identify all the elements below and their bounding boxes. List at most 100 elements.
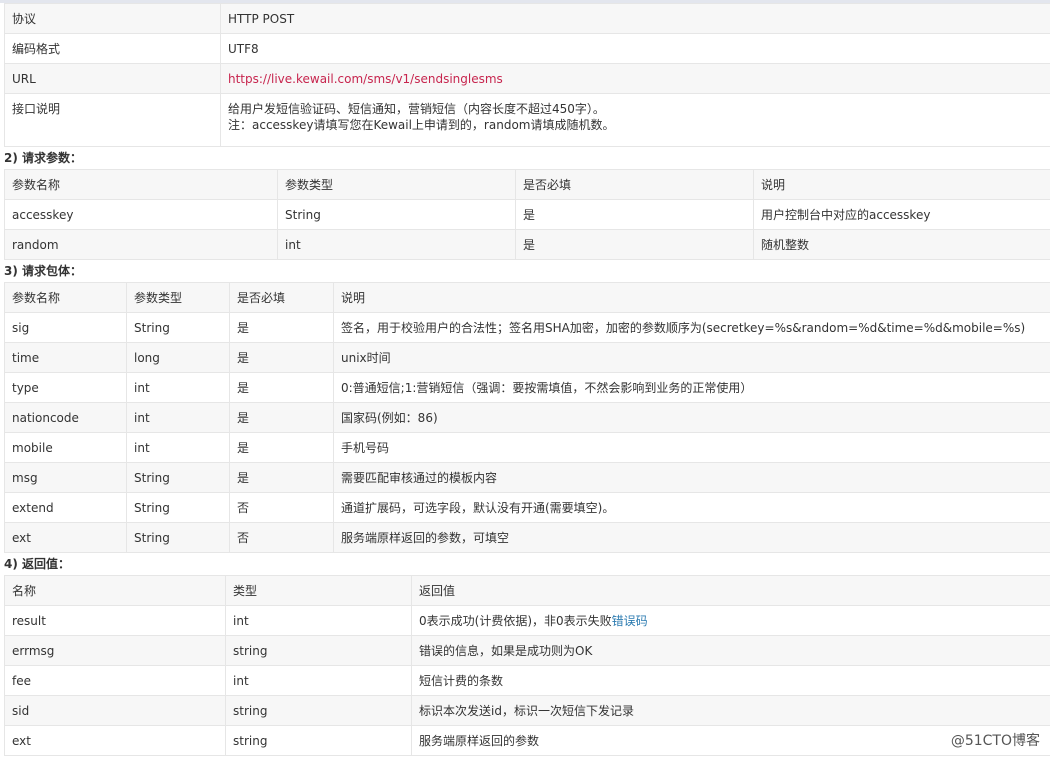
table-cell: 是 (229, 462, 334, 493)
section-title-return-values: 4) 返回值： (4, 557, 71, 571)
column-header: 是否必填 (515, 169, 754, 200)
info-label: 接口说明 (4, 93, 221, 147)
table-cell: random (4, 229, 278, 260)
table-cell: 随机整数 (753, 229, 1050, 260)
table-cell: 0:普通短信;1:营销短信（强调：要按需填值，不然会影响到业务的正常使用） (333, 372, 1050, 403)
info-value: UTF8 (220, 33, 1050, 64)
table-cell: 国家码(例如：86) (333, 402, 1050, 433)
column-header: 类型 (225, 575, 412, 606)
table-cell: String (126, 312, 230, 343)
table-cell: 短信计费的条数 (411, 665, 1050, 696)
table-cell: 是 (229, 372, 334, 403)
table-cell: 是 (229, 312, 334, 343)
table-row: ext String 否 服务端原样返回的参数，可填空 (4, 522, 1050, 553)
table-cell: string (225, 635, 412, 666)
description-line-1: 给用户发短信验证码、短信通知，营销短信（内容长度不超过450字）。 (228, 102, 605, 116)
table-cell: 用户控制台中对应的accesskey (753, 199, 1050, 230)
table-row: time long 是 unix时间 (4, 342, 1050, 373)
column-header: 说明 (753, 169, 1050, 200)
table-row: type int 是 0:普通短信;1:营销短信（强调：要按需填值，不然会影响到… (4, 372, 1050, 403)
table-row: result int 0表示成功(计费依据)，非0表示失败错误码 (4, 605, 1050, 636)
table-cell: String (277, 199, 516, 230)
table-row: ext string 服务端原样返回的参数 (4, 725, 1050, 756)
table-cell: String (126, 492, 230, 523)
table-cell: 否 (229, 522, 334, 553)
table-cell: 通道扩展码，可选字段，默认没有开通(需要填空)。 (333, 492, 1050, 523)
column-header: 参数名称 (4, 169, 278, 200)
table-cell: sig (4, 312, 127, 343)
table-cell: unix时间 (333, 342, 1050, 373)
column-header: 是否必填 (229, 282, 334, 313)
column-header: 返回值 (411, 575, 1050, 606)
table-cell: time (4, 342, 127, 373)
table-row: sig String 是 签名，用于校验用户的合法性；签名用SHA加密，加密的参… (4, 312, 1050, 343)
table-cell: int (126, 372, 230, 403)
api-url-link[interactable]: https://live.kewail.com/sms/v1/sendsingl… (228, 72, 503, 86)
table-cell: 手机号码 (333, 432, 1050, 463)
info-row-description: 接口说明 给用户发短信验证码、短信通知，营销短信（内容长度不超过450字）。 注… (4, 93, 1050, 147)
section-title-request-params: 2) 请求参数： (4, 151, 83, 165)
table-cell: 签名，用于校验用户的合法性；签名用SHA加密，加密的参数顺序为(secretke… (333, 312, 1050, 343)
section-title-request-body: 3) 请求包体： (4, 264, 83, 278)
table-cell: 是 (515, 199, 754, 230)
return-values-table: 名称 类型 返回值 result int 0表示成功(计费依据)，非0表示失败错… (4, 575, 1050, 756)
table-header-row: 参数名称 参数类型 是否必填 说明 (4, 169, 1050, 200)
table-row: fee int 短信计费的条数 (4, 665, 1050, 696)
info-value: https://live.kewail.com/sms/v1/sendsingl… (220, 63, 1050, 94)
table-row: extend String 否 通道扩展码，可选字段，默认没有开通(需要填空)。 (4, 492, 1050, 523)
table-row: msg String 是 需要匹配审核通过的模板内容 (4, 462, 1050, 493)
table-cell: 标识本次发送id，标识一次短信下发记录 (411, 695, 1050, 726)
table-cell: sid (4, 695, 226, 726)
column-header: 参数类型 (277, 169, 516, 200)
table-cell: 是 (229, 432, 334, 463)
table-cell: ext (4, 522, 127, 553)
table-header-row: 名称 类型 返回值 (4, 575, 1050, 606)
info-row-encoding: 编码格式 UTF8 (4, 33, 1050, 64)
table-cell: 服务端原样返回的参数，可填空 (333, 522, 1050, 553)
table-cell: errmsg (4, 635, 226, 666)
table-cell: 否 (229, 492, 334, 523)
table-cell: 是 (229, 402, 334, 433)
api-info-table: 协议 HTTP POST 编码格式 UTF8 URL https://live.… (4, 3, 1050, 147)
info-label: 编码格式 (4, 33, 221, 64)
table-cell: int (126, 402, 230, 433)
table-row: sid string 标识本次发送id，标识一次短信下发记录 (4, 695, 1050, 726)
api-doc-page: 协议 HTTP POST 编码格式 UTF8 URL https://live.… (0, 0, 1050, 759)
watermark: @51CTO博客 (950, 733, 1040, 749)
table-cell: string (225, 725, 412, 756)
table-cell: msg (4, 462, 127, 493)
result-description: 0表示成功(计费依据)，非0表示失败 (419, 614, 612, 628)
error-code-link[interactable]: 错误码 (612, 614, 648, 628)
column-header: 参数类型 (126, 282, 230, 313)
table-cell: 是 (229, 342, 334, 373)
table-cell: extend (4, 492, 127, 523)
table-row: random int 是 随机整数 (4, 229, 1050, 260)
table-header-row: 参数名称 参数类型 是否必填 说明 (4, 282, 1050, 313)
description-line-2: 注：accesskey请填写您在Kewail上申请到的，random请填成随机数… (228, 118, 615, 132)
request-body-table: 参数名称 参数类型 是否必填 说明 sig String 是 签名，用于校验用户… (4, 282, 1050, 553)
table-cell: long (126, 342, 230, 373)
column-header: 说明 (333, 282, 1050, 313)
table-row: errmsg string 错误的信息，如果是成功则为OK (4, 635, 1050, 666)
table-row: mobile int 是 手机号码 (4, 432, 1050, 463)
column-header: 名称 (4, 575, 226, 606)
info-label: 协议 (4, 3, 221, 34)
info-value: 给用户发短信验证码、短信通知，营销短信（内容长度不超过450字）。 注：acce… (220, 93, 1050, 147)
table-cell: int (277, 229, 516, 260)
table-cell: String (126, 522, 230, 553)
table-cell: nationcode (4, 402, 127, 433)
table-cell: mobile (4, 432, 127, 463)
table-cell: fee (4, 665, 226, 696)
table-row: accesskey String 是 用户控制台中对应的accesskey (4, 199, 1050, 230)
table-cell: String (126, 462, 230, 493)
table-cell: 需要匹配审核通过的模板内容 (333, 462, 1050, 493)
table-cell: 0表示成功(计费依据)，非0表示失败错误码 (411, 605, 1050, 636)
table-cell: int (225, 605, 412, 636)
table-cell: accesskey (4, 199, 278, 230)
table-row: nationcode int 是 国家码(例如：86) (4, 402, 1050, 433)
table-cell: 是 (515, 229, 754, 260)
table-cell: int (225, 665, 412, 696)
info-row-url: URL https://live.kewail.com/sms/v1/sends… (4, 63, 1050, 94)
info-label: URL (4, 63, 221, 94)
table-cell: int (126, 432, 230, 463)
